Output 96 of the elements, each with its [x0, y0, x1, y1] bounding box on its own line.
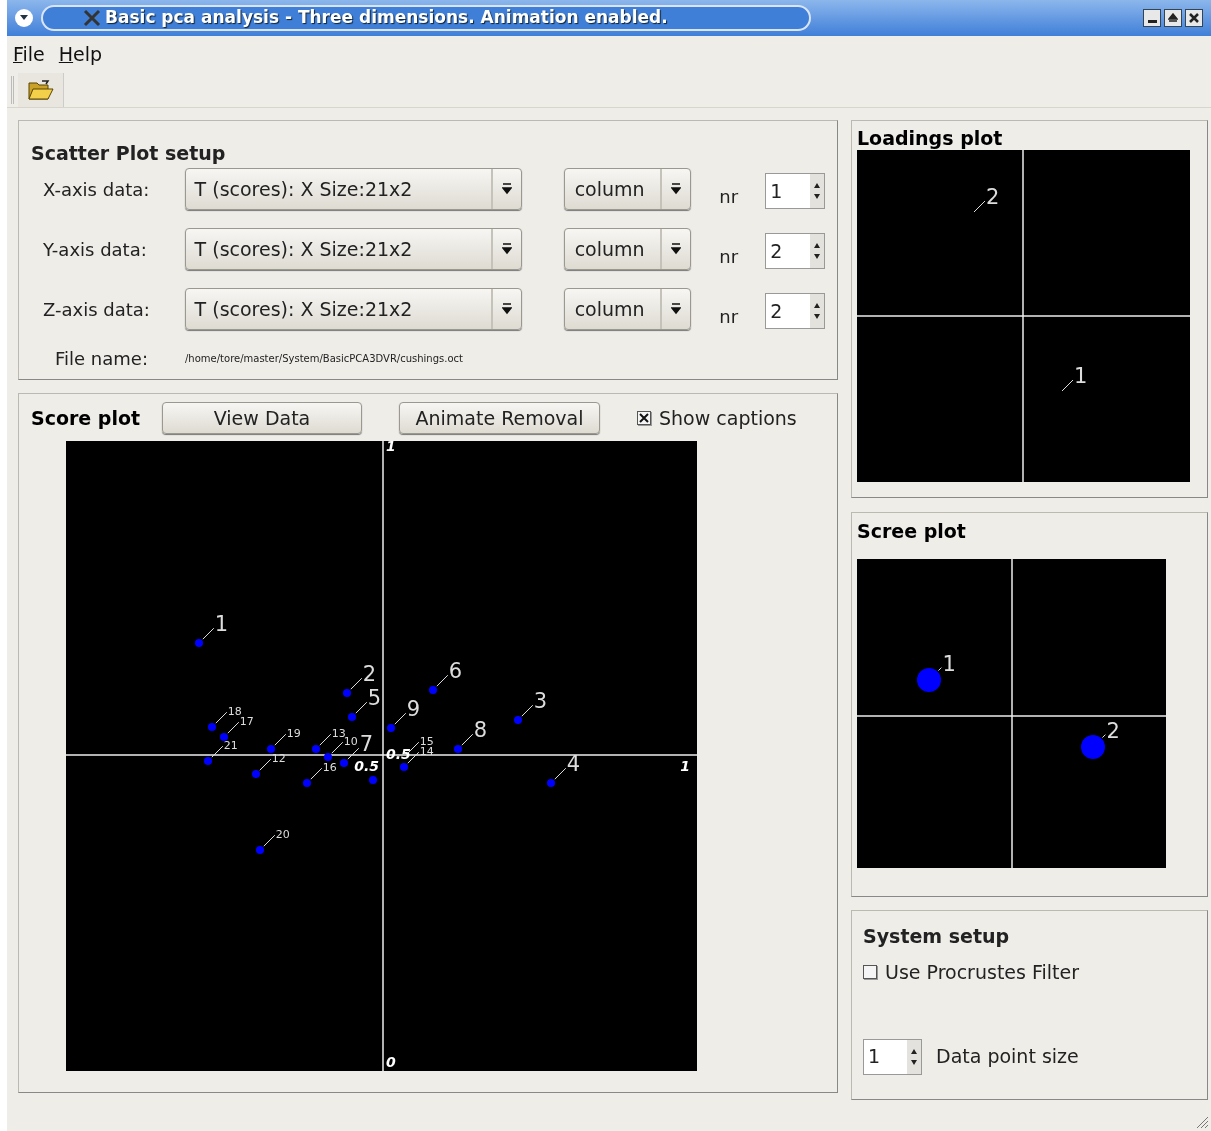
open-folder-button[interactable]	[18, 72, 64, 107]
nr-spinner[interactable]: 1	[765, 173, 825, 209]
tick-label: 1	[386, 441, 396, 454]
field-label: Y-axis data:	[42, 237, 148, 262]
point-caption: 1	[202, 612, 229, 640]
dropdown-arrow-icon	[671, 303, 682, 315]
data-source-dropdown[interactable]: T (scores): X Size:21x2	[184, 168, 522, 210]
data-point	[547, 779, 555, 787]
data-point	[256, 846, 264, 854]
panel-title: Scree plot	[857, 519, 967, 543]
dropdown-arrow-icon	[501, 243, 512, 255]
data-point	[917, 668, 941, 692]
minimize-icon	[1147, 20, 1157, 23]
field-label: X-axis data:	[42, 177, 151, 202]
maximize-icon	[1168, 13, 1178, 23]
checkbox-label: Show captions	[659, 405, 797, 431]
data-point	[387, 724, 395, 732]
menu-item[interactable]: File	[13, 39, 45, 69]
point-caption: 6	[436, 659, 463, 687]
component-dropdown[interactable]: column	[563, 288, 692, 330]
field-label: nr	[719, 184, 740, 209]
field-label: nr	[719, 244, 740, 269]
field-label: Z-axis data:	[42, 297, 151, 322]
dropdown-arrow-icon	[671, 243, 682, 255]
data-source-dropdown[interactable]: T (scores): X Size:21x2	[184, 228, 522, 270]
checkbox[interactable]	[637, 411, 651, 425]
panel-title: Score plot	[31, 405, 142, 431]
spin-arrows-icon	[813, 302, 821, 320]
tick-label: 0	[386, 1054, 396, 1070]
component-dropdown[interactable]: column	[563, 228, 692, 270]
point-caption: 13	[319, 727, 346, 746]
point-caption: 2	[973, 185, 1000, 213]
data-point	[267, 745, 275, 753]
point-caption: 20	[263, 828, 290, 847]
data-point	[208, 723, 216, 731]
point-caption: 21	[211, 739, 238, 758]
data-point	[343, 689, 351, 697]
data-point	[348, 713, 356, 721]
data-point	[400, 763, 408, 771]
point-caption: 12	[259, 752, 286, 771]
maximize-button[interactable]	[1164, 9, 1182, 27]
data-point	[312, 745, 320, 753]
data-point	[429, 686, 437, 694]
spin-arrows-icon	[813, 182, 821, 200]
point-caption: 1	[937, 651, 956, 676]
file-name: /home/tore/master/System/BasicPCA3DVR/cushings.oct	[185, 352, 463, 366]
dropdown-arrow-icon	[501, 303, 512, 315]
point-caption: 8	[461, 718, 488, 746]
nr-spinner[interactable]: 2	[765, 233, 825, 269]
data-point	[252, 770, 260, 778]
checkbox-label: Use Procrustes Filter	[885, 960, 1079, 985]
data-point	[324, 753, 332, 761]
data-point	[195, 639, 203, 647]
data-point	[369, 776, 377, 784]
tick-label: 1	[680, 758, 690, 774]
menu-item[interactable]: Help	[58, 39, 103, 69]
data-point	[204, 757, 212, 765]
data-source-dropdown[interactable]: T (scores): X Size:21x2	[184, 288, 522, 330]
nr-spinner[interactable]: 2	[765, 293, 825, 329]
close-button[interactable]	[1185, 9, 1203, 27]
push-button[interactable]: Animate Removal	[399, 402, 600, 434]
panel-title: Loadings plot	[857, 126, 1004, 150]
data-point	[514, 716, 522, 724]
data-point	[454, 745, 462, 753]
checkbox[interactable]	[863, 965, 877, 980]
data-point	[220, 733, 228, 741]
field-label: nr	[719, 304, 740, 329]
push-button[interactable]: View Data	[162, 402, 362, 434]
dropdown-arrow-icon	[671, 183, 682, 195]
panel-title: System setup	[863, 924, 1011, 948]
point-caption: 3	[521, 689, 548, 717]
point-caption: 1	[1061, 364, 1088, 392]
data-point	[303, 779, 311, 787]
field-label: File name:	[54, 347, 149, 371]
data-point	[340, 759, 348, 767]
point-caption: 19	[274, 727, 301, 746]
field-label: Data point size	[936, 1044, 1079, 1070]
panel-title: Scatter Plot setup	[31, 143, 227, 163]
point-caption: 2	[1101, 718, 1120, 743]
folder-icon	[27, 78, 54, 101]
point-caption: 4	[554, 752, 581, 780]
spin-arrows-icon	[813, 242, 821, 260]
component-dropdown[interactable]: column	[563, 168, 692, 210]
window-menu-icon[interactable]	[15, 9, 33, 27]
spin-arrows-icon	[910, 1047, 918, 1066]
close-icon	[1189, 13, 1199, 23]
dropdown-arrow-icon	[501, 183, 512, 195]
x-logo-icon	[83, 9, 101, 27]
minimize-button[interactable]	[1143, 9, 1161, 27]
data-point	[1081, 735, 1105, 759]
point-caption: 16	[310, 761, 337, 780]
point-size-spinner[interactable]: 1	[863, 1038, 922, 1075]
window-title: Basic pca analysis - Three dimensions. Animation enabled.	[105, 6, 668, 30]
tick-label: 0.5	[354, 758, 379, 774]
resize-grip-icon[interactable]	[1195, 1115, 1209, 1129]
point-caption: 9	[394, 697, 421, 725]
